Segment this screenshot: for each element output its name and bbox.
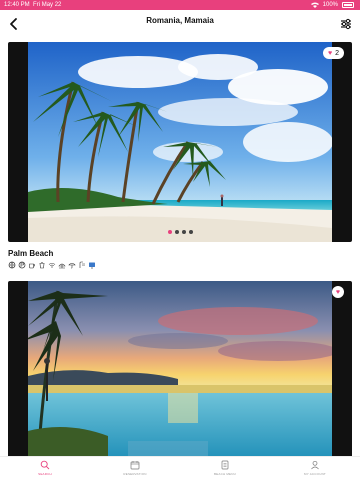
listing-photo-carousel[interactable]: ♥ 2 (8, 42, 352, 242)
heart-icon: ♥ (335, 288, 341, 296)
beach-icon (58, 261, 66, 269)
carousel-dot[interactable] (174, 230, 179, 234)
beach-photo (28, 42, 332, 242)
like-count: 2 (335, 49, 339, 57)
pool-sunset-photo (28, 281, 332, 456)
battery-percent: 100% (322, 2, 338, 8)
amenities-row (8, 261, 96, 269)
tab-search[interactable]: SEARCH (0, 457, 90, 480)
carousel-dots (8, 230, 352, 234)
listing-photo-carousel[interactable]: ♥ (8, 281, 352, 456)
wifi-icon (48, 261, 56, 269)
globe-icon (8, 261, 16, 269)
battery-icon (342, 2, 354, 8)
carousel-dot[interactable] (188, 230, 193, 234)
status-time-date: 12:40 PM Fri May 22 (4, 2, 62, 8)
tab-reservation[interactable]: RESERVATION (90, 457, 180, 480)
tab-label: SEARCH (38, 472, 52, 476)
page-title: Romania, Mamaia (146, 16, 214, 25)
carousel-dot[interactable] (181, 230, 186, 234)
wifi-icon (310, 2, 319, 8)
bottom-tab-bar: SEARCH RESERVATION BEACH MENU MY ACCOUNT (0, 456, 360, 480)
tab-label: MY ACCOUNT (304, 472, 326, 476)
coffee-icon (28, 261, 36, 269)
umbrella-icon (68, 261, 76, 269)
sliders-icon (341, 18, 351, 30)
tab-beach-menu[interactable]: BEACH MENU (180, 457, 270, 480)
user-icon (311, 460, 319, 470)
tab-my-account[interactable]: MY ACCOUNT (270, 457, 360, 480)
calendar-icon (130, 461, 140, 470)
listing-feed[interactable]: ♥ 2 Palm Beach ♥ (0, 38, 360, 456)
search-icon (40, 460, 50, 470)
tab-label: BEACH MENU (213, 472, 236, 476)
filter-button[interactable] (338, 16, 354, 32)
tab-label: RESERVATION (123, 472, 147, 476)
shower-icon (78, 261, 86, 269)
carousel-dot-active[interactable] (167, 230, 172, 234)
parking-icon (18, 261, 26, 269)
top-header: Romania, Mamaia (0, 10, 360, 38)
heart-icon: ♥ (327, 49, 333, 57)
menu-icon (221, 460, 229, 470)
favorite-button[interactable]: ♥ (332, 286, 344, 298)
tv-icon (88, 261, 96, 269)
trash-icon (38, 261, 46, 269)
status-bar: 12:40 PM Fri May 22 100% (0, 0, 360, 10)
listing-title[interactable]: Palm Beach (8, 249, 53, 258)
like-badge[interactable]: ♥ 2 (322, 47, 344, 59)
